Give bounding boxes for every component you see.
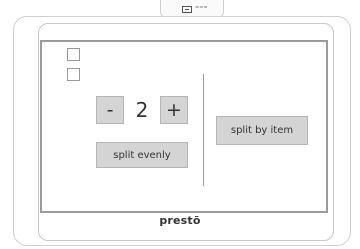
split-evenly-button[interactable]: split evenly <box>96 142 188 168</box>
checkbox-1[interactable] <box>67 48 80 61</box>
top-tab-label: === <box>195 5 208 11</box>
increment-button[interactable]: + <box>160 96 188 124</box>
split-count-value: 2 <box>135 98 149 122</box>
split-check-screen: - 2 + split evenly split by item <box>40 40 328 213</box>
camera-icon <box>182 6 192 13</box>
checkbox-2[interactable] <box>67 68 80 81</box>
brand-logo: prestō <box>159 214 201 227</box>
decrement-button[interactable]: - <box>96 96 124 124</box>
vertical-divider <box>203 74 204 186</box>
split-by-item-button[interactable]: split by item <box>216 116 308 145</box>
